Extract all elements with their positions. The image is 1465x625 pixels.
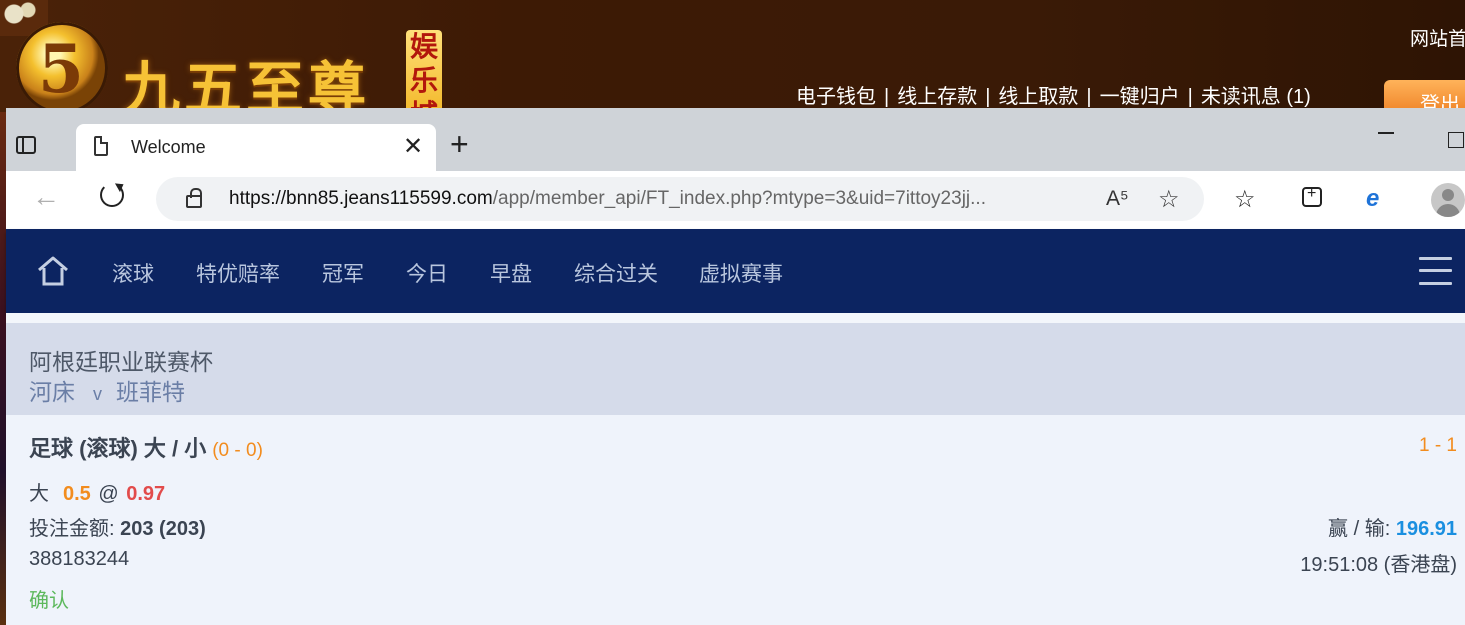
site-account-links: 电子钱包 | 线上存款 | 线上取款 | 一键归户 | 未读讯息 (1) (796, 80, 1311, 109)
url-path: /app/member_api/FT_index.php?mtype=3&uid… (492, 188, 986, 209)
match-teams: 河床 v 班菲特 (29, 373, 185, 407)
page-content: 滚球 特优赔率 冠军 今日 早盘 综合过关 虚拟赛事 阿根廷职业联赛杯 河床 v 班… (6, 229, 1465, 625)
wallet-link[interactable]: 电子钱包 (796, 86, 876, 108)
profile-avatar[interactable] (1431, 183, 1465, 217)
bet-slip: 足球 (滚球) 大 / 小 (0 - 0) 1 - 1 大 0.5 @ 0.97 投… (6, 415, 1465, 625)
url-host: https://bnn85.jeans115599.com (229, 188, 493, 209)
withdraw-link[interactable]: 线上取款 (998, 86, 1078, 108)
win-loss-label: 赢 / 输: (1328, 518, 1391, 540)
maximize-icon[interactable] (1448, 132, 1464, 148)
back-arrow-icon[interactable]: ← (32, 181, 60, 213)
versus-label: v (93, 384, 102, 404)
link-separator: | (1187, 86, 1193, 108)
bet-status: 确认 (29, 590, 69, 612)
favorites-icon[interactable]: ☆ (1234, 185, 1256, 214)
stake-value: 203 (203) (120, 518, 206, 540)
link-separator: | (985, 86, 991, 108)
lock-icon[interactable] (186, 188, 202, 208)
bet-type-title: 足球 (滚球) 大 / 小 (0 - 0) (29, 431, 263, 463)
site-home-link[interactable]: 网站首 (1410, 24, 1465, 51)
site-logo-number: 5 (38, 30, 84, 108)
page-icon (94, 136, 108, 156)
site-logo-text: 九五至尊 (122, 55, 371, 112)
selection-row: 大 0.5 @ 0.97 (29, 477, 165, 506)
odds-value: 0.97 (126, 483, 166, 505)
nav-item-live[interactable]: 滚球 (112, 258, 154, 288)
unread-messages-link[interactable]: 未读讯息 (1) (1201, 86, 1311, 108)
url-field[interactable]: https://bnn85.jeans115599.com/app/member… (156, 177, 1204, 221)
win-loss-row: 赢 / 输: 196.91 (1328, 512, 1457, 541)
ticket-id: 388183244 (29, 548, 130, 570)
nav-item-today[interactable]: 今日 (406, 258, 448, 288)
league-name: 阿根廷职业联赛杯 (29, 349, 213, 375)
new-tab-icon[interactable]: + (450, 128, 469, 160)
win-loss-value: 196.91 (1395, 518, 1457, 540)
collections-icon[interactable] (1302, 185, 1322, 207)
tab-bar: Welcome ✕ + (6, 108, 1465, 171)
nav-item-virtual[interactable]: 虚拟赛事 (699, 258, 783, 288)
browser-window: Welcome ✕ + ← https://bnn85.jeans115599.… (6, 108, 1465, 625)
site-logo-badge: 娱乐城 (406, 30, 442, 112)
divider (6, 313, 1465, 323)
site-logo-badge-text: 娱乐城 (409, 30, 438, 112)
top-nav: 滚球 特优赔率 冠军 今日 早盘 综合过关 虚拟赛事 (6, 229, 1465, 313)
nav-item-champion[interactable]: 冠军 (322, 258, 364, 288)
address-bar: ← https://bnn85.jeans115599.com/app/memb… (6, 171, 1465, 229)
one-key-transfer-link[interactable]: 一键归户 (1100, 86, 1180, 108)
add-favorite-icon[interactable]: ☆ (1158, 185, 1180, 214)
refresh-icon[interactable] (100, 183, 124, 207)
nav-item-special-odds[interactable]: 特优赔率 (196, 258, 280, 288)
url-text: https://bnn85.jeans115599.com/app/member… (229, 188, 986, 210)
live-score: 1 - 1 (1418, 435, 1457, 456)
tab-actions-icon[interactable] (16, 136, 36, 154)
bet-score: (0 - 0) (212, 440, 263, 461)
read-aloud-icon[interactable]: A⁵ (1106, 187, 1129, 211)
stake-row: 投注金额: 203 (203) (29, 512, 206, 541)
home-team: 河床 (29, 379, 75, 405)
at-symbol: @ (98, 483, 119, 505)
stake-label: 投注金额: (29, 518, 115, 540)
handicap-value: 0.5 (63, 483, 91, 505)
bet-time: 19:51:08 (香港盘) (1300, 554, 1457, 576)
home-icon[interactable] (36, 255, 70, 287)
nav-item-early[interactable]: 早盘 (490, 258, 532, 288)
selection: 大 (29, 483, 49, 505)
link-separator: | (884, 86, 890, 108)
deposit-link[interactable]: 线上存款 (897, 86, 977, 108)
ie-mode-icon[interactable]: e (1366, 185, 1392, 212)
match-header: 阿根廷职业联赛杯 河床 v 班菲特 (6, 323, 1465, 415)
away-team: 班菲特 (116, 379, 185, 405)
link-separator: | (1086, 86, 1092, 108)
hamburger-menu-icon[interactable] (1419, 255, 1452, 287)
minimize-icon[interactable] (1378, 132, 1394, 134)
tab-welcome[interactable]: Welcome ✕ (76, 124, 436, 171)
nav-item-parlay[interactable]: 综合过关 (574, 258, 658, 288)
bet-type: 足球 (滚球) 大 / 小 (29, 436, 207, 461)
tab-title: Welcome (131, 137, 206, 157)
background-site-banner: 5 九五至尊 娱乐城 网站首 电子钱包 | 线上存款 | 线上取款 | 一键归户 | 未读讯息 … (0, 0, 1465, 112)
close-tab-icon[interactable]: ✕ (403, 132, 423, 161)
